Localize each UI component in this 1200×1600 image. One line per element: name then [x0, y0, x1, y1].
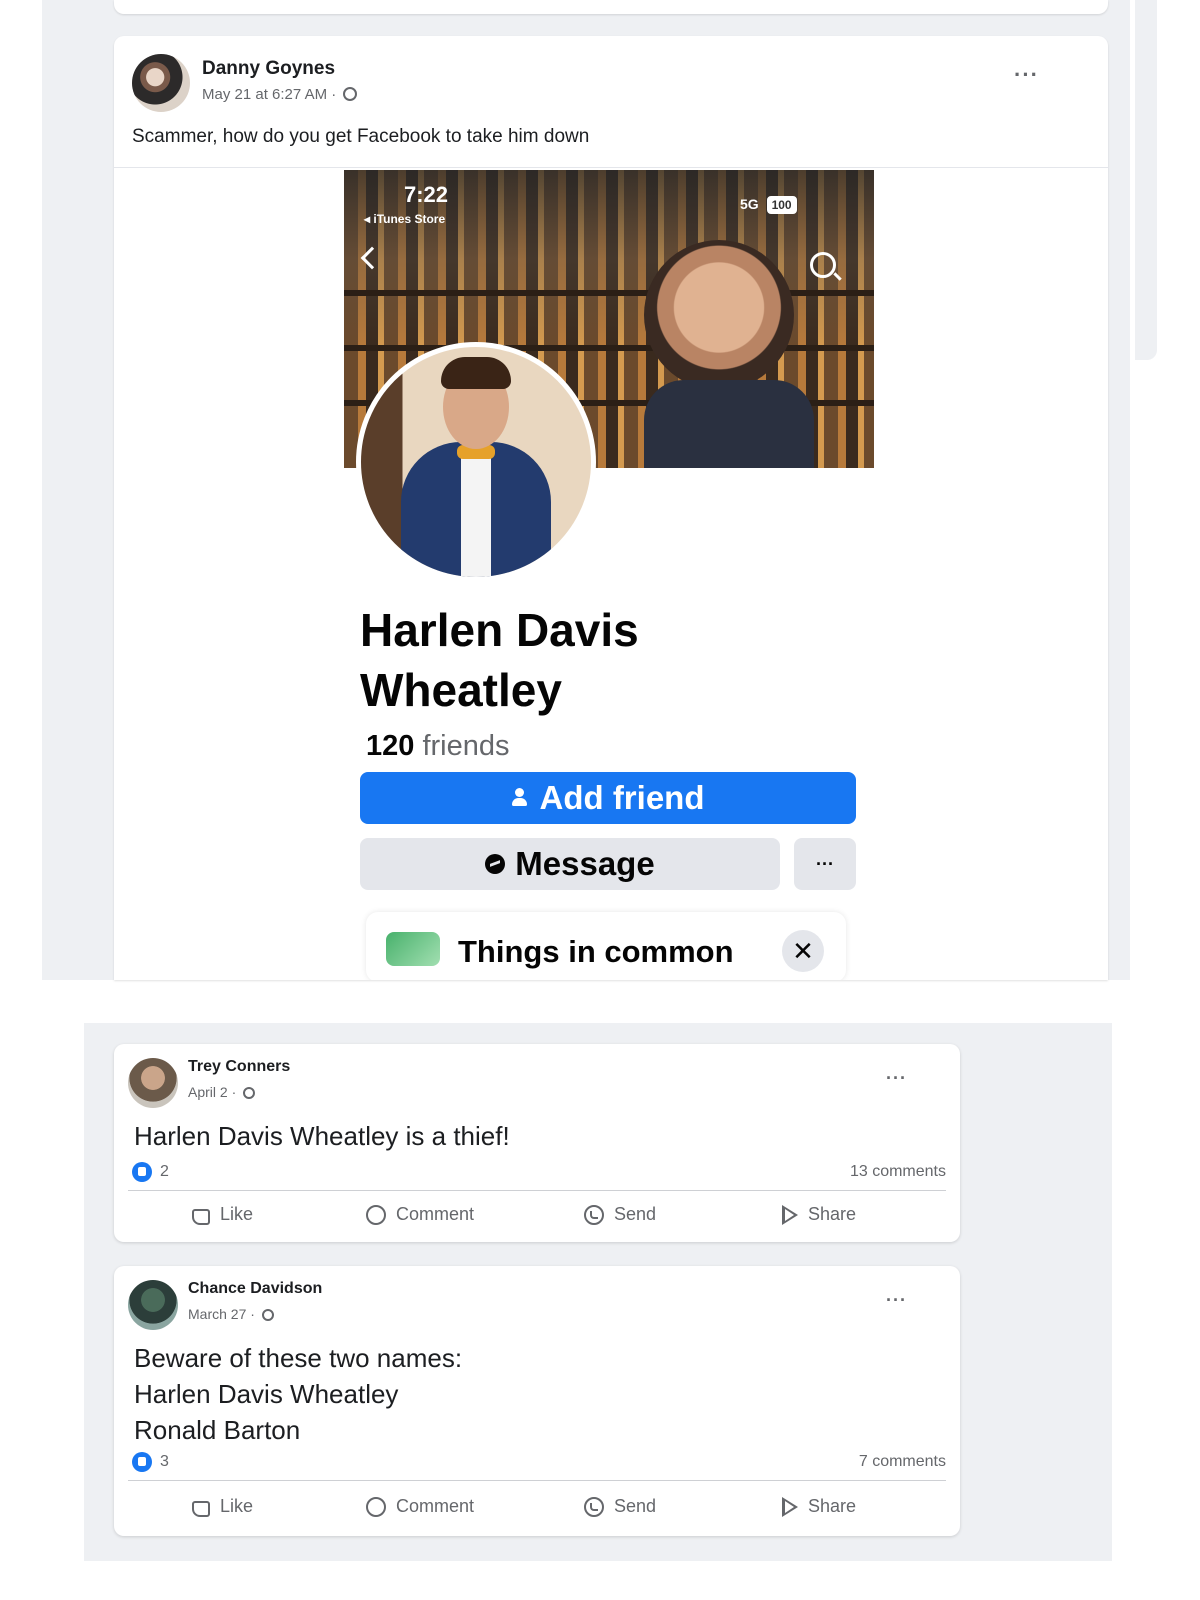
post-timestamp[interactable]: May 21 at 6:27 AM ·	[202, 86, 358, 103]
status-indicators: 5G 100	[740, 196, 797, 214]
like-label: Like	[220, 1204, 254, 1224]
post-timestamp[interactable]: March 27 ·	[188, 1306, 274, 1322]
post-date[interactable]: April 2 ·	[188, 1084, 236, 1100]
avatar[interactable]	[128, 1280, 178, 1330]
battery-icon: 100	[766, 196, 797, 214]
share-arrow-icon	[782, 1204, 798, 1225]
comment-button[interactable]: Comment	[366, 1496, 474, 1517]
things-in-common-icon	[386, 932, 440, 966]
post-date[interactable]: May 21 at 6:27 AM ·	[202, 86, 336, 103]
post-author-name[interactable]: Chance Davidson	[188, 1280, 322, 1298]
profile-name: Harlen Davis Wheatley	[360, 604, 639, 716]
message-label: Message	[515, 845, 655, 882]
send-label: Send	[614, 1204, 657, 1224]
like-label: Like	[220, 1496, 254, 1516]
more-options-button[interactable]: ···	[886, 1068, 907, 1089]
close-icon: ✕	[782, 930, 824, 972]
like-reaction-icon[interactable]	[132, 1162, 152, 1182]
share-button[interactable]: Share	[782, 1496, 856, 1517]
message-button: Message	[360, 838, 780, 890]
send-label: Send	[614, 1496, 657, 1516]
messenger-send-icon	[584, 1204, 604, 1225]
globe-icon	[343, 87, 358, 101]
post-image[interactable]: 7:22 ◂ iTunes Store 5G 100 Harlen Davis …	[344, 170, 874, 980]
profile-more-button: ···	[794, 838, 856, 890]
messenger-send-icon	[584, 1496, 604, 1517]
add-friend-label: Add friend	[539, 779, 705, 816]
post-card: Trey Conners April 2 · ··· Harlen Davis …	[114, 1044, 960, 1242]
more-options-button[interactable]: ···	[886, 1290, 907, 1311]
share-arrow-icon	[782, 1496, 798, 1517]
reaction-count[interactable]: 3	[160, 1453, 169, 1471]
comments-count[interactable]: 7 comments	[859, 1453, 946, 1471]
post-date[interactable]: March 27 ·	[188, 1306, 255, 1322]
post-timestamp[interactable]: April 2 ·	[188, 1084, 256, 1100]
shelf	[344, 345, 874, 351]
more-options-button[interactable]: ···	[1014, 62, 1039, 88]
post-text-line: Beware of these two names:	[134, 1343, 463, 1373]
post-author-name[interactable]: Danny Goynes	[202, 58, 335, 80]
previous-post-card-edge	[114, 0, 1108, 14]
comment-icon	[366, 1204, 386, 1225]
comments-count[interactable]: 13 comments	[850, 1163, 946, 1181]
things-in-common-label: Things in common	[458, 934, 734, 969]
thumbs-up-icon	[192, 1500, 210, 1517]
things-in-common-card: Things in common ✕	[366, 912, 846, 980]
profile-shirt	[461, 447, 491, 577]
post-author-name[interactable]: Trey Conners	[188, 1058, 290, 1076]
comment-label: Comment	[396, 1204, 475, 1224]
divider	[128, 1190, 946, 1191]
shelf	[344, 290, 874, 296]
post-text-line: Harlen Davis Wheatley is a thief!	[134, 1121, 510, 1151]
comment-button[interactable]: Comment	[366, 1204, 474, 1225]
status-back-label: ◂ iTunes Store	[364, 212, 446, 226]
profile-hair	[441, 357, 511, 389]
avatar[interactable]	[132, 54, 190, 112]
post-text-line: Harlen Davis Wheatley	[134, 1379, 399, 1409]
cover-person-face	[644, 240, 794, 390]
globe-icon	[261, 1309, 274, 1321]
avatar[interactable]	[128, 1058, 178, 1108]
post-text: Scammer, how do you get Facebook to take…	[132, 126, 590, 147]
friends-count: 120 friends	[366, 730, 510, 763]
comment-icon	[366, 1496, 386, 1517]
share-label: Share	[808, 1496, 857, 1516]
status-time: 7:22	[404, 182, 449, 207]
send-button[interactable]: Send	[584, 1496, 656, 1517]
add-friend-button: Add friend	[360, 772, 856, 824]
comment-label: Comment	[396, 1496, 475, 1516]
post-card: Danny Goynes May 21 at 6:27 AM · ··· Sca…	[114, 36, 1108, 980]
friends-number: 120	[366, 730, 415, 762]
like-reaction-icon[interactable]	[132, 1452, 152, 1472]
post-card: Chance Davidson March 27 · ··· Beware of…	[114, 1266, 960, 1536]
signal-label: 5G	[740, 196, 759, 212]
thumbs-up-icon	[192, 1208, 210, 1225]
profile-picture	[356, 342, 596, 582]
back-arrow-icon	[360, 246, 384, 270]
reaction-count[interactable]: 2	[160, 1163, 169, 1181]
post-text: Beware of these two names: Harlen Davis …	[134, 1340, 462, 1448]
post-text: Harlen Davis Wheatley is a thief!	[134, 1118, 510, 1154]
divider	[128, 1480, 946, 1481]
globe-icon	[243, 1087, 256, 1099]
post-text-line: Ronald Barton	[134, 1415, 301, 1445]
add-person-icon	[511, 788, 528, 808]
like-button[interactable]: Like	[192, 1496, 253, 1517]
cover-person-body	[644, 380, 814, 468]
feed-background-edge	[1135, 0, 1157, 360]
share-label: Share	[808, 1204, 857, 1224]
send-button[interactable]: Send	[584, 1204, 656, 1225]
like-button[interactable]: Like	[192, 1204, 253, 1225]
divider	[114, 167, 1108, 168]
messenger-icon	[485, 854, 506, 874]
search-icon	[810, 252, 836, 278]
friends-label: friends	[422, 730, 510, 762]
share-button[interactable]: Share	[782, 1204, 856, 1225]
